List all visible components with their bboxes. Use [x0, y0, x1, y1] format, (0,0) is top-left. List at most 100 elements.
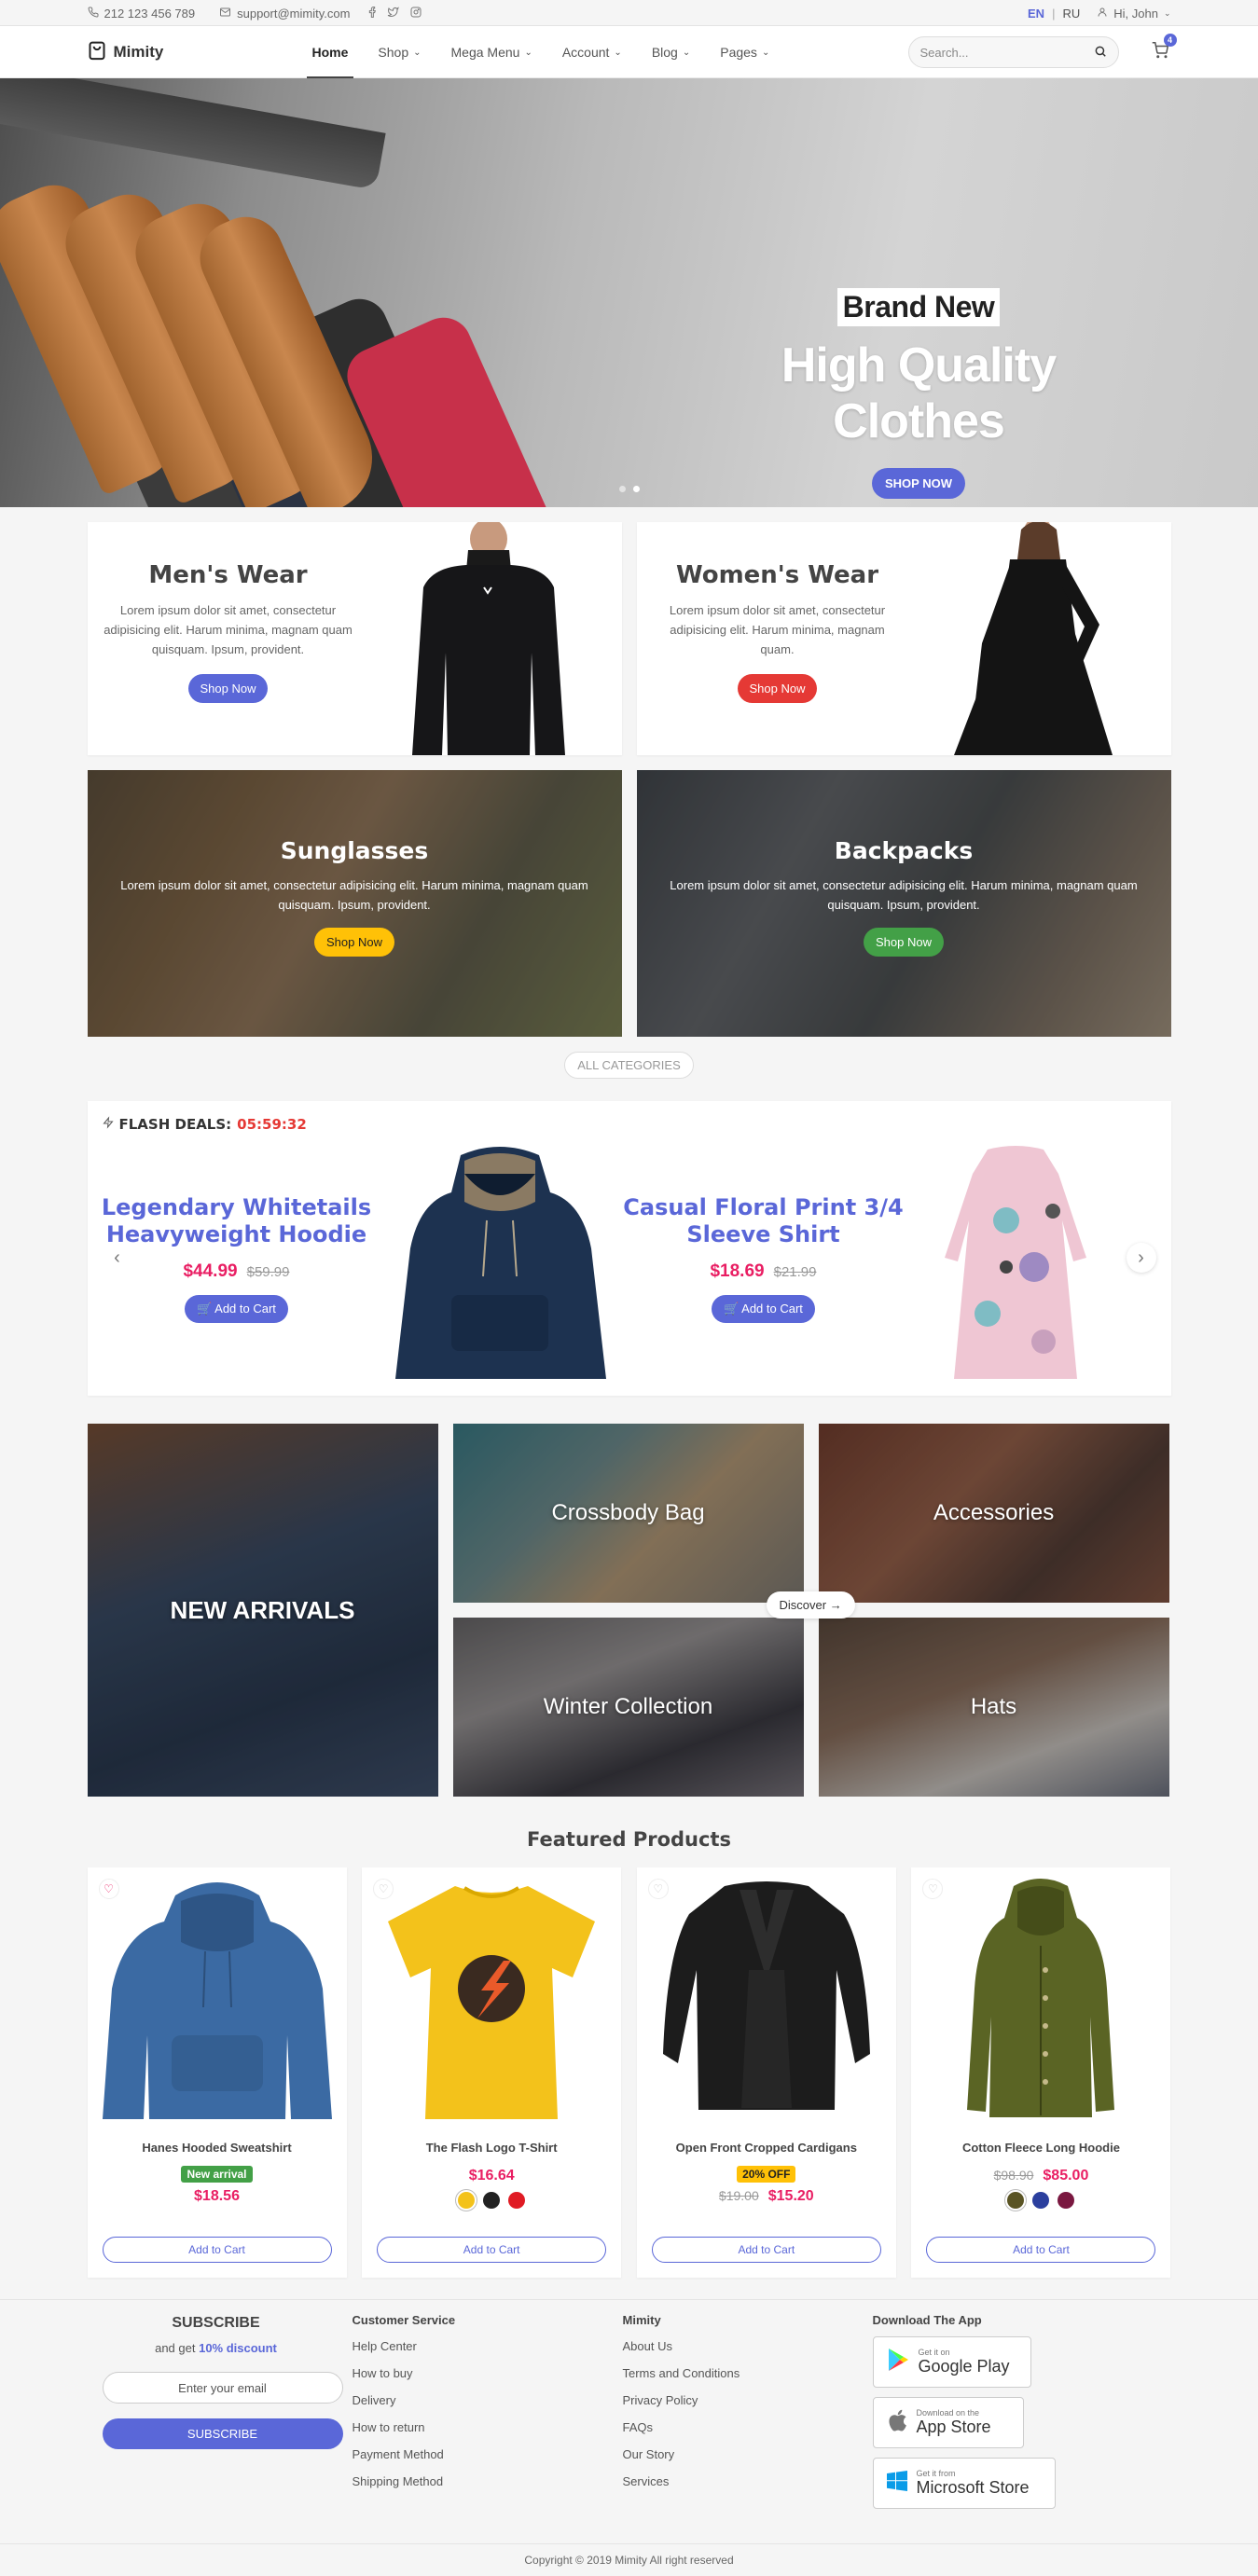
menu-item-pages[interactable]: Pages ⌄ [705, 26, 784, 78]
brand-logo[interactable]: Mimity [88, 40, 297, 65]
swatch-red[interactable] [508, 2192, 526, 2209]
main-menu: Home Shop ⌄ Mega Menu ⌄ Account ⌄ Blog ⌄ Pag… [297, 26, 785, 78]
deal-title[interactable]: Casual Floral Print 3/4 Sleeve Shirt [615, 1194, 913, 1248]
deal-old-price: $59.99 [246, 1264, 290, 1280]
swatch-blue[interactable] [1032, 2192, 1050, 2209]
footer-link[interactable]: Our Story [623, 2441, 871, 2468]
email-contact[interactable]: support@mimity.com [219, 7, 422, 21]
add-to-cart-button[interactable]: Add to Cart [926, 2237, 1156, 2263]
mens-shop-now-button[interactable]: Shop Now [187, 674, 269, 703]
womens-wear-banner[interactable]: Women's Wear Lorem ipsum dolor sit amet,… [636, 522, 1171, 755]
lang-en[interactable]: EN [1028, 7, 1044, 21]
flash-deal-card[interactable]: Casual Floral Print 3/4 Sleeve Shirt $18… [615, 1146, 1141, 1388]
flash-deals-section: FLASH DEALS: 05:59:32 ‹ Legendary Whitet… [87, 1101, 1171, 1396]
app-store-button[interactable]: Download on the App Store [872, 2397, 1024, 2448]
product-name[interactable]: Cotton Fleece Long Hoodie [911, 2141, 1170, 2155]
menu-item-home[interactable]: Home [297, 26, 364, 78]
google-play-button[interactable]: Get it on Google Play [872, 2336, 1031, 2388]
phone-contact[interactable]: 212 123 456 789 [88, 7, 195, 21]
hero-title: High Quality Clothes [781, 338, 1057, 448]
new-arrivals-tile[interactable]: NEW ARRIVALS [87, 1424, 438, 1797]
product-price: $15.20 [767, 2188, 814, 2204]
heart-icon[interactable]: ♡ [647, 1879, 669, 1899]
add-to-cart-button[interactable]: Add to Cart [377, 2237, 607, 2263]
brand-name: Mimity [113, 43, 164, 61]
backpacks-banner[interactable]: Backpacks Lorem ipsum dolor sit amet, co… [636, 770, 1171, 1037]
deal-add-to-cart-button[interactable]: 🛒 Add to Cart [712, 1295, 815, 1323]
discover-button[interactable]: Discover → [766, 1591, 855, 1619]
email-placeholder: Enter your email [178, 2380, 267, 2395]
footer-link[interactable]: Payment Method [353, 2441, 601, 2468]
hero-shop-now-button[interactable]: SHOP NOW [872, 468, 965, 499]
footer-link[interactable]: Services [623, 2468, 871, 2495]
user-menu[interactable]: Hi, John ⌄ [1097, 6, 1171, 21]
footer-link[interactable]: Help Center [353, 2333, 601, 2360]
twitter-icon[interactable] [387, 6, 400, 21]
product-card[interactable]: ♡ Open Front Cropped Cardigans 20% OFF $… [636, 1867, 896, 2278]
winter-collection-tile[interactable]: Winter Collection [452, 1618, 804, 1797]
facebook-icon[interactable] [368, 6, 377, 21]
new-arrivals-label: NEW ARRIVALS [170, 1595, 355, 1624]
swatch-olive[interactable] [1004, 2189, 1028, 2211]
crossbody-bag-tile[interactable]: Crossbody Bag [452, 1424, 804, 1603]
product-card[interactable]: ♡ Cotton Fleece Long Hoodie $98.90 $85.00 [911, 1867, 1171, 2278]
mail-icon [219, 7, 231, 21]
product-name[interactable]: The Flash Logo T-Shirt [362, 2141, 621, 2155]
hero-caption: Brand New High Quality Clothes SHOP NOW [704, 288, 1133, 499]
accessories-tile[interactable]: Accessories [818, 1424, 1169, 1603]
footer-link[interactable]: How to return [353, 2414, 601, 2441]
microsoft-store-button[interactable]: Get it from Microsoft Store [872, 2458, 1056, 2509]
sunglasses-banner[interactable]: Sunglasses Lorem ipsum dolor sit amet, c… [87, 770, 622, 1037]
footer-link[interactable]: About Us [623, 2333, 871, 2360]
footer-link[interactable]: FAQs [623, 2414, 871, 2441]
product-name[interactable]: Open Front Cropped Cardigans [637, 2141, 896, 2155]
user-greeting: Hi, John [1113, 6, 1158, 21]
womens-shop-now-button[interactable]: Shop Now [737, 674, 818, 703]
swatch-black[interactable] [483, 2192, 501, 2209]
menu-item-blog[interactable]: Blog ⌄ [637, 26, 705, 78]
subscribe-button[interactable]: SUBSCRIBE [102, 2418, 343, 2449]
instagram-icon[interactable] [410, 7, 422, 21]
footer-link[interactable]: Shipping Method [353, 2468, 601, 2495]
hats-tile[interactable]: Hats [818, 1618, 1169, 1797]
swatch-maroon[interactable] [1058, 2192, 1075, 2209]
footer-link[interactable]: Terms and Conditions [623, 2360, 871, 2387]
mens-wear-banner[interactable]: Men's Wear Lorem ipsum dolor sit amet, c… [87, 522, 622, 755]
product-name[interactable]: Hanes Hooded Sweatshirt [88, 2141, 347, 2155]
next-arrow-icon[interactable]: › [1126, 1243, 1156, 1273]
hero-slider[interactable]: Brand New High Quality Clothes SHOP NOW [0, 78, 1258, 507]
footer-link[interactable]: Privacy Policy [623, 2387, 871, 2414]
swatch-yellow[interactable] [455, 2189, 478, 2211]
search-input[interactable]: Search... [907, 36, 1119, 68]
menu-item-shop[interactable]: Shop ⌄ [363, 26, 435, 78]
search-icon[interactable] [1094, 45, 1107, 61]
subscribe-email-input[interactable]: Enter your email [102, 2372, 343, 2404]
cart-icon: 🛒 [197, 1302, 213, 1316]
deal-title[interactable]: Legendary Whitetails Heavyweight Hoodie [88, 1194, 386, 1248]
slider-dot-active[interactable] [632, 486, 640, 492]
footer-link[interactable]: How to buy [353, 2360, 601, 2387]
sunglasses-shop-now-button[interactable]: Shop Now [314, 928, 394, 957]
add-to-cart-button[interactable]: Add to Cart [102, 2237, 332, 2263]
chevron-down-icon: ⌄ [524, 47, 532, 58]
menu-item-mega-menu[interactable]: Mega Menu ⌄ [436, 26, 547, 78]
slider-dot[interactable] [618, 486, 626, 492]
cart-button[interactable]: 4 [1149, 34, 1177, 63]
lang-ru[interactable]: RU [1062, 7, 1080, 21]
footer-link[interactable]: Delivery [353, 2387, 601, 2414]
product-card[interactable]: ♡ The Flash Logo T-Shirt $16.64 Add to C… [362, 1867, 622, 2278]
menu-item-account[interactable]: Account ⌄ [547, 26, 637, 78]
backpacks-text: Backpacks Lorem ipsum dolor sit amet, co… [665, 837, 1143, 957]
deal-add-to-cart-button[interactable]: 🛒 Add to Cart [185, 1295, 288, 1323]
chevron-down-icon: ⌄ [413, 47, 422, 58]
all-categories-button[interactable]: ALL CATEGORIES [564, 1052, 694, 1079]
flash-deal-card[interactable]: Legendary Whitetails Heavyweight Hoodie … [88, 1146, 615, 1388]
heart-icon[interactable]: ♡ [373, 1879, 394, 1899]
backpacks-shop-now-button[interactable]: Shop Now [864, 928, 944, 957]
menu-label: Shop [378, 45, 409, 60]
heart-icon[interactable]: ♡ [98, 1879, 119, 1899]
subscribe-block: SUBSCRIBE and get 10% discount Enter you… [88, 2313, 343, 2509]
add-to-cart-button[interactable]: Add to Cart [651, 2237, 881, 2263]
product-price: $16.64 [468, 2168, 515, 2183]
product-card[interactable]: ♡ Hanes Hooded Sweatshirt New arrival $1… [87, 1867, 347, 2278]
